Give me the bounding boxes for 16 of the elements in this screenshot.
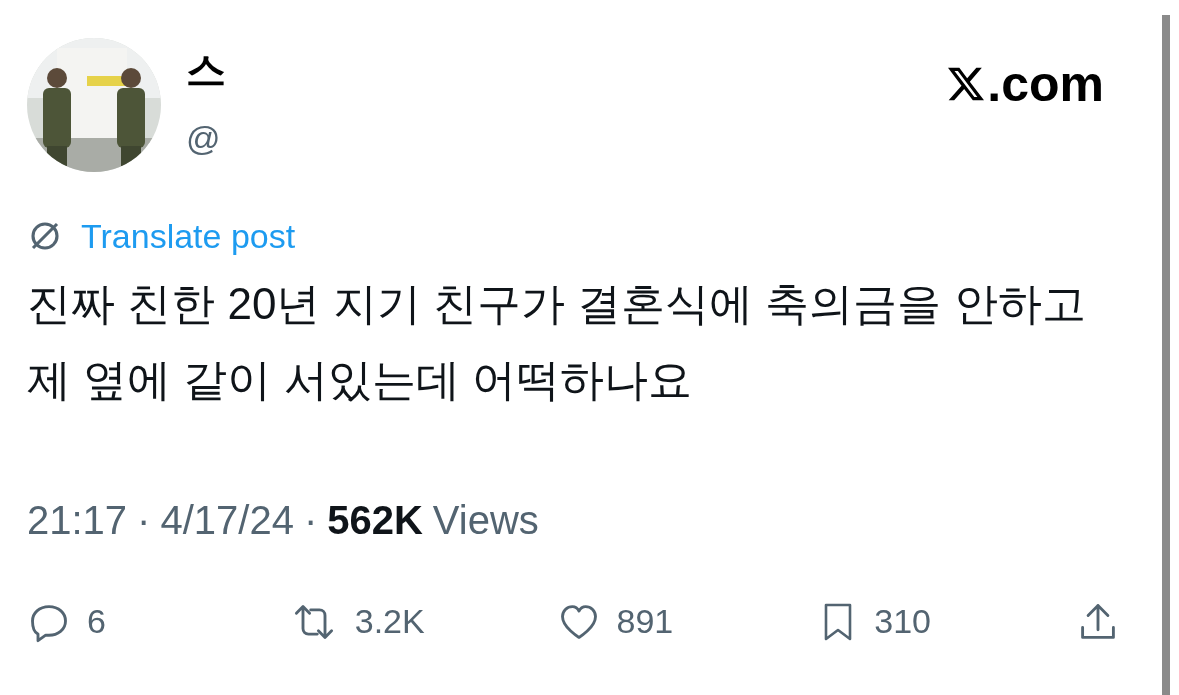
site-label: .com [987,56,1104,112]
author-name: 스 [186,47,226,94]
views-count: 562K [327,498,423,542]
post-time: 21:17 [27,498,128,542]
separator: · [137,498,151,542]
action-count: 3.2K [354,601,426,642]
separator: · [303,498,318,542]
post-text: 진짜 친한 20년 지기 친구가 결혼식에 축의금을 안하고 제 옆에 같이 서있는데 어떡하나요 [27,278,1087,406]
action-count: 310 [874,601,932,642]
scrollbar[interactable] [1162,15,1170,695]
post-date: 4/17/24 [160,498,294,542]
views-label: Views [432,498,539,542]
translate-link[interactable]: Translate post [81,216,296,256]
author-handle: @ [186,118,222,159]
action-count: 891 [616,601,675,642]
action-count: 6 [87,601,107,642]
